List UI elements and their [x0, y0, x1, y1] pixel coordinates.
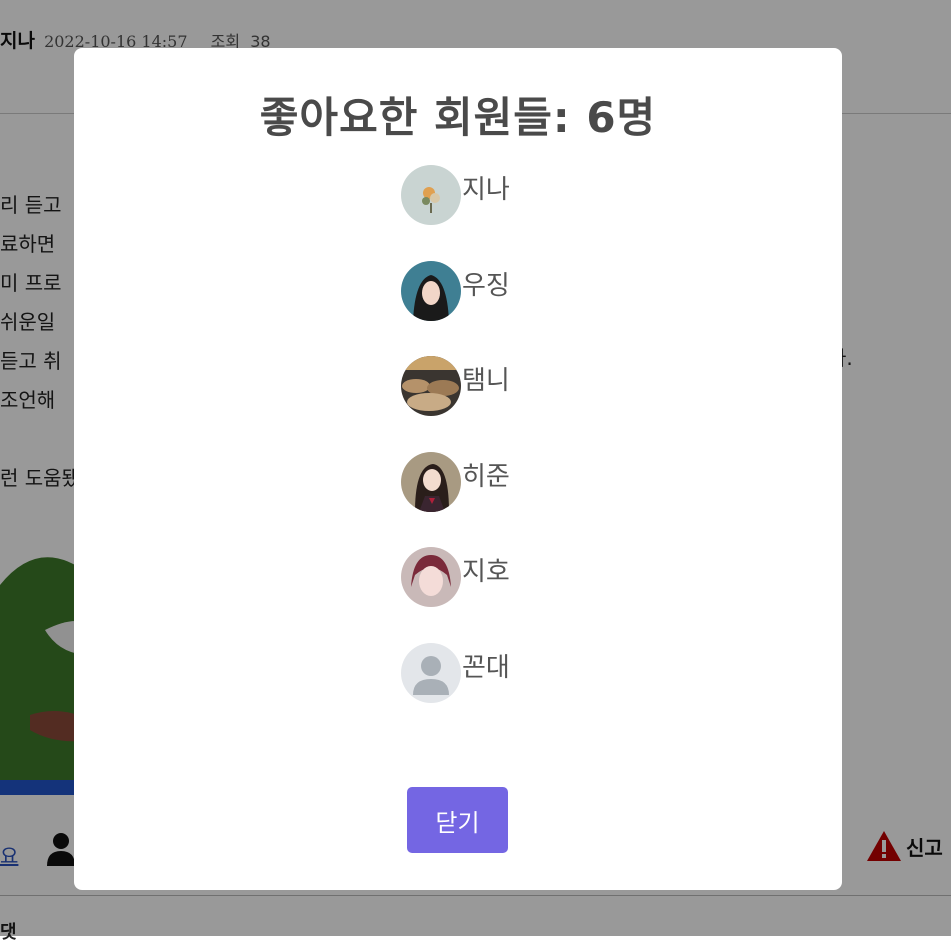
member-name: 우징: [462, 270, 510, 301]
clouds-landscape-avatar: [401, 356, 461, 416]
default-user-avatar: [401, 642, 461, 703]
modal-title: 좋아요한 회원들: 6명: [259, 93, 657, 142]
woman-portrait-avatar: [401, 547, 461, 607]
list-item[interactable]: 히준: [401, 451, 510, 548]
student-portrait-avatar: [401, 451, 461, 512]
likes-modal: 좋아요한 회원들: 6명 지나 우징 탬니 히준 지호 꼰대 닫기: [74, 48, 842, 890]
member-name: 지호: [462, 557, 510, 587]
close-button[interactable]: 닫기: [407, 787, 508, 853]
member-list: 지나 우징 탬니 히준 지호 꼰대: [401, 165, 510, 738]
member-name: 탬니: [462, 366, 510, 396]
member-name: 꼰대: [462, 652, 510, 683]
flower-bouquet-avatar: [401, 165, 461, 225]
list-item[interactable]: 지나: [401, 165, 510, 261]
member-name: 지나: [462, 175, 510, 205]
list-item[interactable]: 지호: [401, 547, 510, 643]
list-item[interactable]: 탬니: [401, 356, 510, 452]
girl-portrait-avatar: [401, 260, 461, 321]
list-item[interactable]: 우징: [401, 260, 510, 357]
list-item[interactable]: 꼰대: [401, 642, 510, 739]
member-name: 히준: [462, 461, 510, 492]
